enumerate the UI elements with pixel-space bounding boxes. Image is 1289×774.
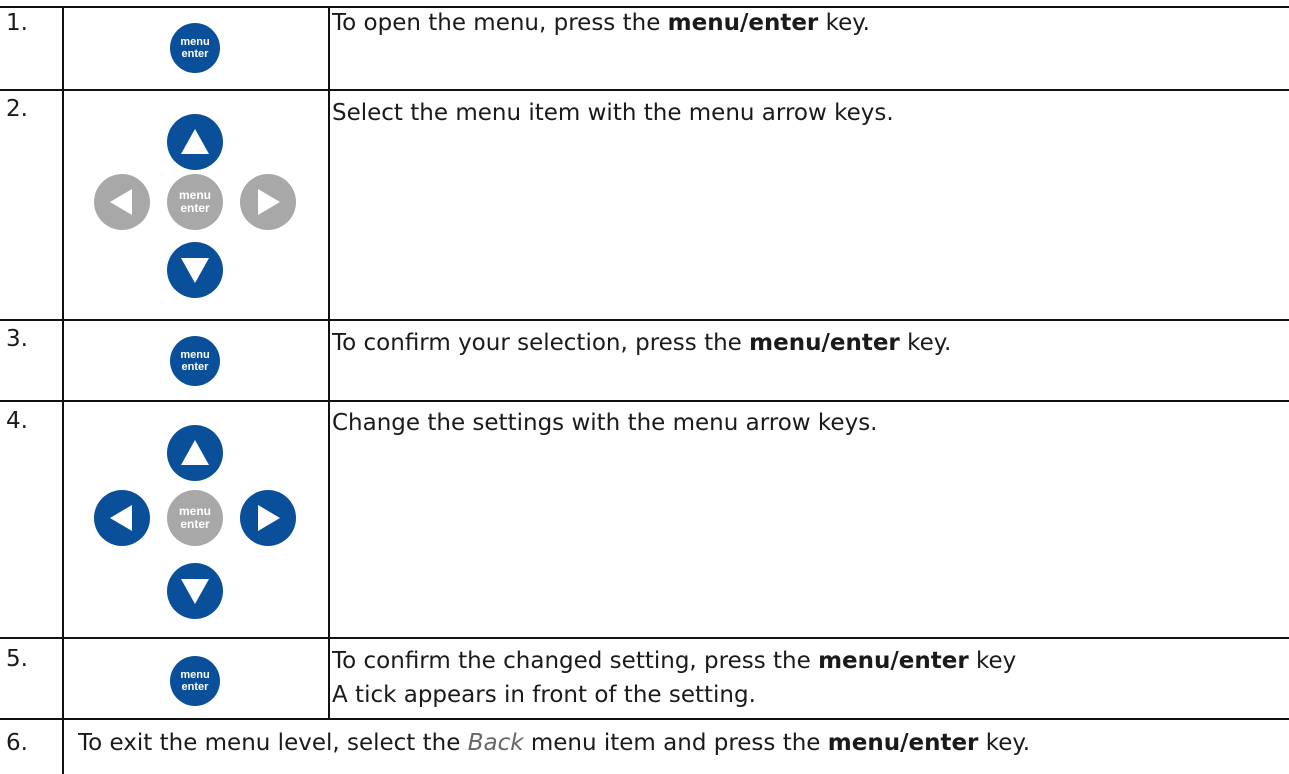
menu-enter-key: menu enter [170,23,220,73]
row-divider [0,89,1289,91]
arrow-up-key-icon [167,425,223,481]
column-divider [328,6,330,720]
menu-enter-key: menu enter [170,656,220,706]
step-number: 6. [6,730,28,756]
arrow-right-key-icon [240,174,296,230]
row-divider [0,319,1289,321]
row-divider [0,637,1289,639]
step-description: To open the menu, press the menu/enter k… [332,10,870,36]
step-number: 3. [6,326,28,352]
arrow-down-key-icon [167,563,223,619]
step-description: To confirm the changed setting, press th… [332,644,1016,712]
step-description: To exit the menu level, select the Back … [78,730,1031,756]
arrow-left-key-icon [94,490,150,546]
step-number: 4. [6,408,28,434]
row-divider [0,718,1289,720]
step-description: Select the menu item with the menu arrow… [332,100,894,126]
arrow-left-key-icon [94,174,150,230]
step-note: A tick appears in front of the setting. [332,682,756,708]
menu-enter-key: menu enter [167,174,223,230]
arrow-up-key-icon [167,114,223,170]
step-number: 1. [6,10,28,36]
step-number: 2. [6,96,28,122]
arrow-right-key-icon [240,490,296,546]
column-divider [62,6,64,774]
menu-enter-key: menu enter [170,336,220,386]
menu-enter-key: menu enter [167,490,223,546]
step-number: 5. [6,646,28,672]
row-divider [0,400,1289,402]
step-description: Change the settings with the menu arrow … [332,410,878,436]
arrow-down-key-icon [167,242,223,298]
step-description: To confirm your selection, press the men… [332,330,952,356]
